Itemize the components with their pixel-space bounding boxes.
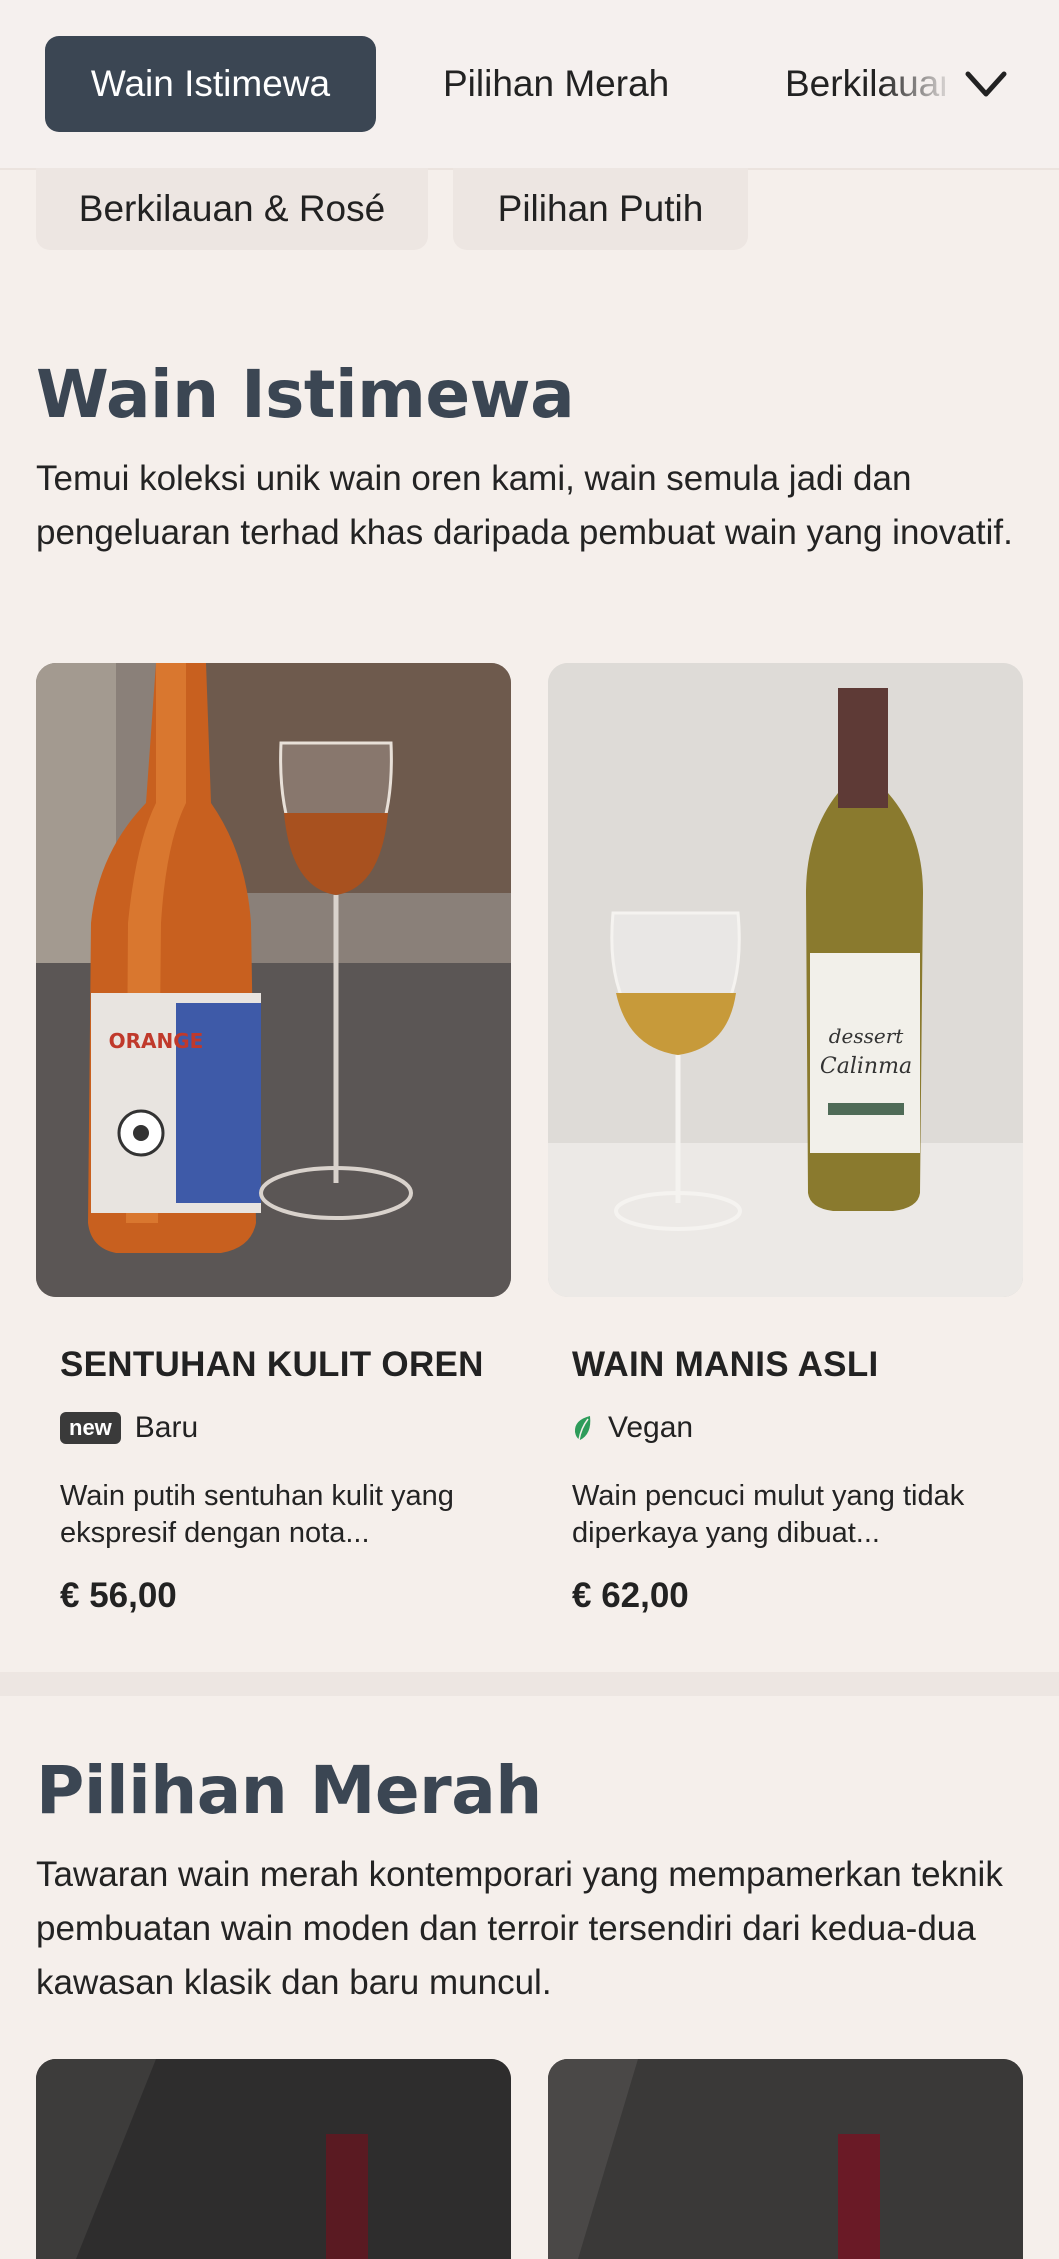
product-price: € 62,00 bbox=[572, 1576, 689, 1615]
section-divider bbox=[0, 1672, 1059, 1696]
category-tabbar: Wain Istimewa Pilihan Merah Berkilauan &… bbox=[0, 0, 1059, 170]
section-description: Temui koleksi unik wain oren kami, wain … bbox=[36, 459, 1013, 552]
bottle-label-text: ORANGE bbox=[109, 1029, 204, 1053]
product-price: € 56,00 bbox=[60, 1576, 177, 1615]
product-tag-row: new Baru bbox=[60, 1408, 198, 1448]
chip-pilihan-putih[interactable]: Pilihan Putih bbox=[453, 168, 748, 250]
product-image[interactable] bbox=[36, 2059, 511, 2259]
product-tag-row: Vegan bbox=[572, 1408, 693, 1448]
section-title: Pilihan Merah bbox=[36, 1752, 542, 1829]
product-description: Wain pencuci mulut yang tidak diperkaya … bbox=[572, 1480, 965, 1549]
product-tag: Vegan bbox=[608, 1411, 694, 1444]
product-description: Wain putih sentuhan kulit yang ekspresif… bbox=[60, 1480, 454, 1549]
tab-wain-istimewa[interactable]: Wain Istimewa bbox=[45, 36, 376, 132]
product-image[interactable]: dessert Calinma bbox=[548, 663, 1023, 1297]
bottle-label-text: dessert bbox=[829, 1024, 905, 1048]
product-title[interactable]: SENTUHAN KULIT OREN bbox=[60, 1345, 484, 1385]
product-image[interactable] bbox=[548, 2059, 1023, 2259]
chevron-down-icon[interactable] bbox=[962, 62, 1010, 106]
chip-berkilauan-rose[interactable]: Berkilauan & Rosé bbox=[36, 168, 428, 250]
orange-wine-photo: ORANGE bbox=[36, 663, 511, 1297]
product-image[interactable]: ORANGE bbox=[36, 663, 511, 1297]
bottle-label-text: Calinma bbox=[820, 1054, 912, 1079]
section-title: Wain Istimewa bbox=[36, 356, 575, 433]
red-wine-photo bbox=[548, 2059, 1023, 2259]
product-title[interactable]: WAIN MANIS ASLI bbox=[572, 1345, 879, 1385]
leaf-icon bbox=[574, 1416, 591, 1441]
section-description: Tawaran wain merah kontemporari yang mem… bbox=[36, 1855, 1003, 2002]
dessert-wine-photo: dessert Calinma bbox=[548, 663, 1023, 1297]
red-wine-photo bbox=[36, 2059, 511, 2259]
new-badge: new bbox=[60, 1412, 121, 1444]
tab-pilihan-merah[interactable]: Pilihan Merah bbox=[443, 36, 669, 132]
product-tag: Baru bbox=[134, 1411, 199, 1444]
